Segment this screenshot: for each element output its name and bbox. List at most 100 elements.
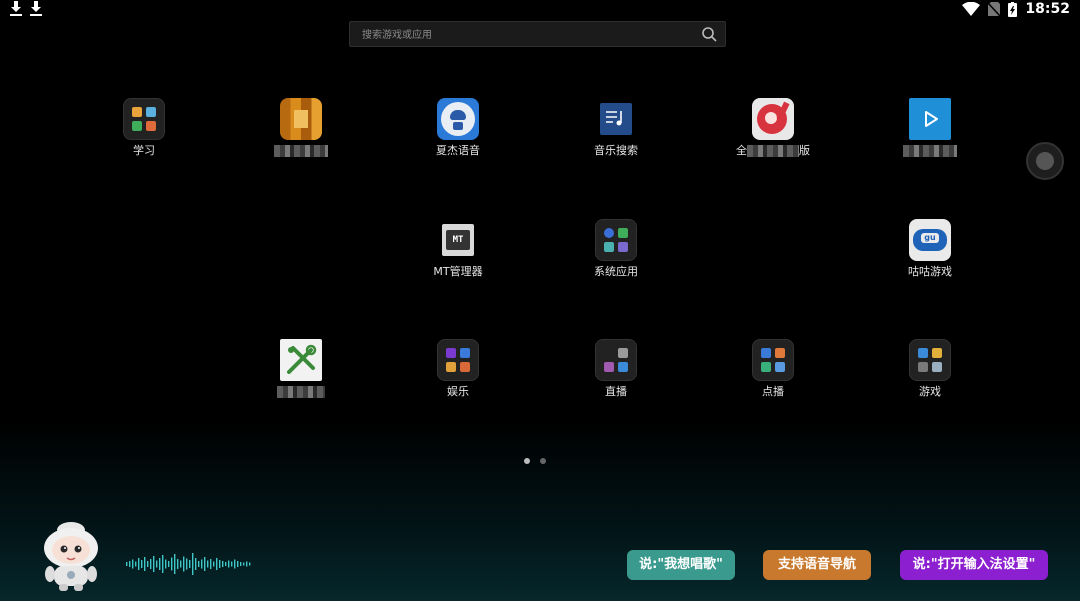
clock: 18:52 <box>1025 1 1070 17</box>
search-input[interactable] <box>360 25 694 45</box>
mt-manager-icon: MT <box>437 219 479 261</box>
obscured-label <box>277 386 325 398</box>
waveform-bar <box>132 559 134 569</box>
app-label: 直播 <box>605 385 627 398</box>
waveform-bar <box>192 553 194 575</box>
app-vod-folder[interactable]: 点播 <box>713 339 833 399</box>
app-label: 夏杰语音 <box>436 144 480 157</box>
waveform-bar <box>180 560 182 568</box>
app-music-obscured[interactable]: 全版 <box>713 98 833 158</box>
app-label: 音乐搜索 <box>594 144 638 157</box>
waveform-bar <box>240 562 242 566</box>
app-live-folder[interactable]: 直播 <box>556 339 676 399</box>
waveform-bar <box>210 559 212 569</box>
hint-label: 说:"我想唱歌" <box>639 557 723 572</box>
app-label: 学习 <box>133 144 155 157</box>
waveform-bar <box>186 558 188 570</box>
app-label: 娱乐 <box>447 385 469 398</box>
waveform-bar <box>171 557 173 571</box>
page-indicator <box>524 458 546 464</box>
download-icon <box>30 1 42 16</box>
folder-icon <box>909 339 951 381</box>
music-app-icon <box>752 98 794 140</box>
search-bar[interactable] <box>349 21 726 47</box>
waveform-bar <box>156 560 158 568</box>
music-search-icon <box>595 98 637 140</box>
voice-waveform-icon <box>126 553 251 575</box>
waveform-bar <box>201 559 203 569</box>
app-label: MT管理器 <box>433 265 483 278</box>
waveform-bar <box>228 560 230 568</box>
obscured-label <box>274 145 328 157</box>
video-player-icon <box>909 98 951 140</box>
waveform-bar <box>225 562 227 566</box>
waveform-bar <box>198 561 200 567</box>
waveform-bar <box>216 558 218 570</box>
waveform-bar <box>207 560 209 568</box>
gamepad-icon: gu <box>909 219 951 261</box>
status-bar: 18:52 <box>0 0 1080 20</box>
waveform-bar <box>126 562 128 566</box>
obscured-label <box>903 145 957 157</box>
app-label: 游戏 <box>919 385 941 398</box>
app-entertainment-folder[interactable]: 娱乐 <box>398 339 518 399</box>
search-icon[interactable] <box>701 26 717 42</box>
waveform-bar <box>234 559 236 569</box>
waveform-bar <box>135 561 137 567</box>
hint-label: 支持语音导航 <box>777 557 856 572</box>
page-dot-1[interactable] <box>524 458 530 464</box>
hint-sing-button[interactable]: 说:"我想唱歌" <box>627 550 735 580</box>
wifi-icon <box>962 2 981 16</box>
floating-assistant-button[interactable] <box>1026 142 1064 180</box>
waveform-bar <box>159 558 161 570</box>
waveform-bar <box>165 559 167 569</box>
tools-icon <box>280 339 322 381</box>
waveform-bar <box>231 561 233 567</box>
app-label-suffix: 版 <box>799 144 810 157</box>
app-mt-manager[interactable]: MT MT管理器 <box>398 219 518 279</box>
waveform-bar <box>129 561 131 567</box>
app-system-apps-folder[interactable]: 系统应用 <box>556 219 676 279</box>
app-label-prefix: 全 <box>736 144 747 157</box>
app-study-folder[interactable]: 学习 <box>84 98 204 158</box>
folder-icon <box>437 339 479 381</box>
app-gugu-games[interactable]: gu 咕咕游戏 <box>870 219 990 279</box>
app-obscured-orange[interactable] <box>241 98 361 158</box>
waveform-bar <box>141 560 143 568</box>
app-games-folder[interactable]: 游戏 <box>870 339 990 399</box>
waveform-bar <box>168 561 170 567</box>
folder-icon <box>595 219 637 261</box>
waveform-bar <box>147 561 149 567</box>
hint-voice-navigation-button[interactable]: 支持语音导航 <box>763 550 871 580</box>
waveform-bar <box>246 561 248 567</box>
app-label: 点播 <box>762 385 784 398</box>
waveform-bar <box>144 557 146 571</box>
page-dot-2[interactable] <box>540 458 546 464</box>
app-xiajie-voice[interactable]: 夏杰语音 <box>398 98 518 158</box>
no-sim-icon <box>988 2 1001 16</box>
waveform-bar <box>195 558 197 570</box>
waveform-bar <box>222 561 224 567</box>
waveform-bar <box>174 554 176 574</box>
waveform-bar <box>249 562 251 566</box>
waveform-bar <box>213 561 215 567</box>
robot-mascot-icon[interactable] <box>40 520 102 592</box>
waveform-bar <box>150 559 152 569</box>
waveform-bar <box>183 556 185 572</box>
waveform-bar <box>177 559 179 569</box>
app-music-search[interactable]: 音乐搜索 <box>556 98 676 158</box>
waveform-bar <box>138 558 140 570</box>
app-video-obscured[interactable] <box>870 98 990 158</box>
waveform-bar <box>153 556 155 572</box>
hint-input-settings-button[interactable]: 说:"打开输入法设置" <box>900 550 1048 580</box>
app-tools-obscured[interactable] <box>241 339 361 399</box>
battery-charging-icon <box>1008 1 1018 17</box>
waveform-bar <box>162 555 164 573</box>
folder-icon <box>595 339 637 381</box>
app-label: 系统应用 <box>594 265 638 278</box>
waveform-bar <box>189 560 191 568</box>
orange-app-icon <box>280 98 322 140</box>
waveform-bar <box>243 562 245 566</box>
folder-icon <box>123 98 165 140</box>
waveform-bar <box>237 561 239 567</box>
